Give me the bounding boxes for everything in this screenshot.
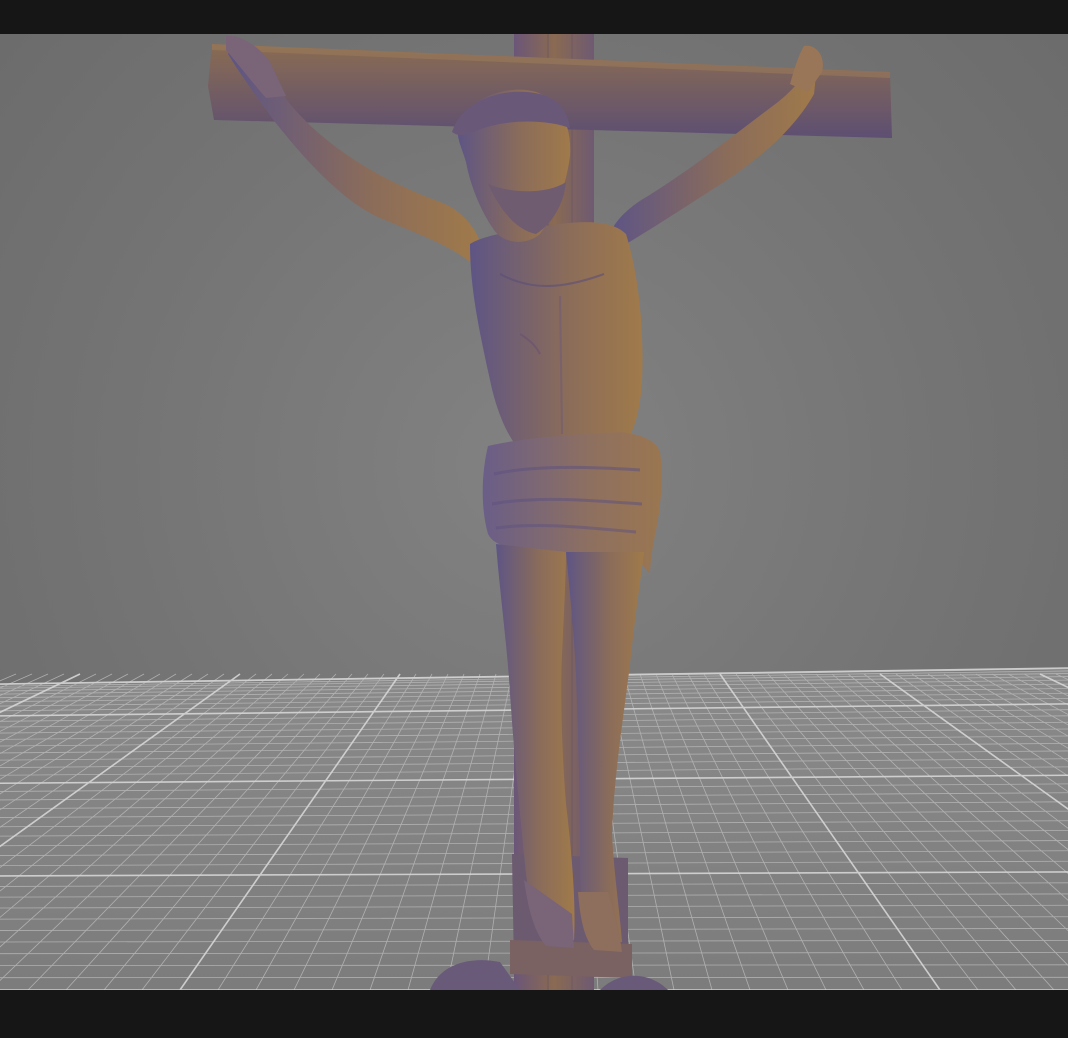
top-bar [0, 0, 1068, 34]
scene-svg [0, 34, 1068, 990]
3d-viewer-app [0, 0, 1068, 1038]
3d-viewport[interactable] [0, 34, 1068, 990]
bottom-bar [0, 990, 1068, 1038]
